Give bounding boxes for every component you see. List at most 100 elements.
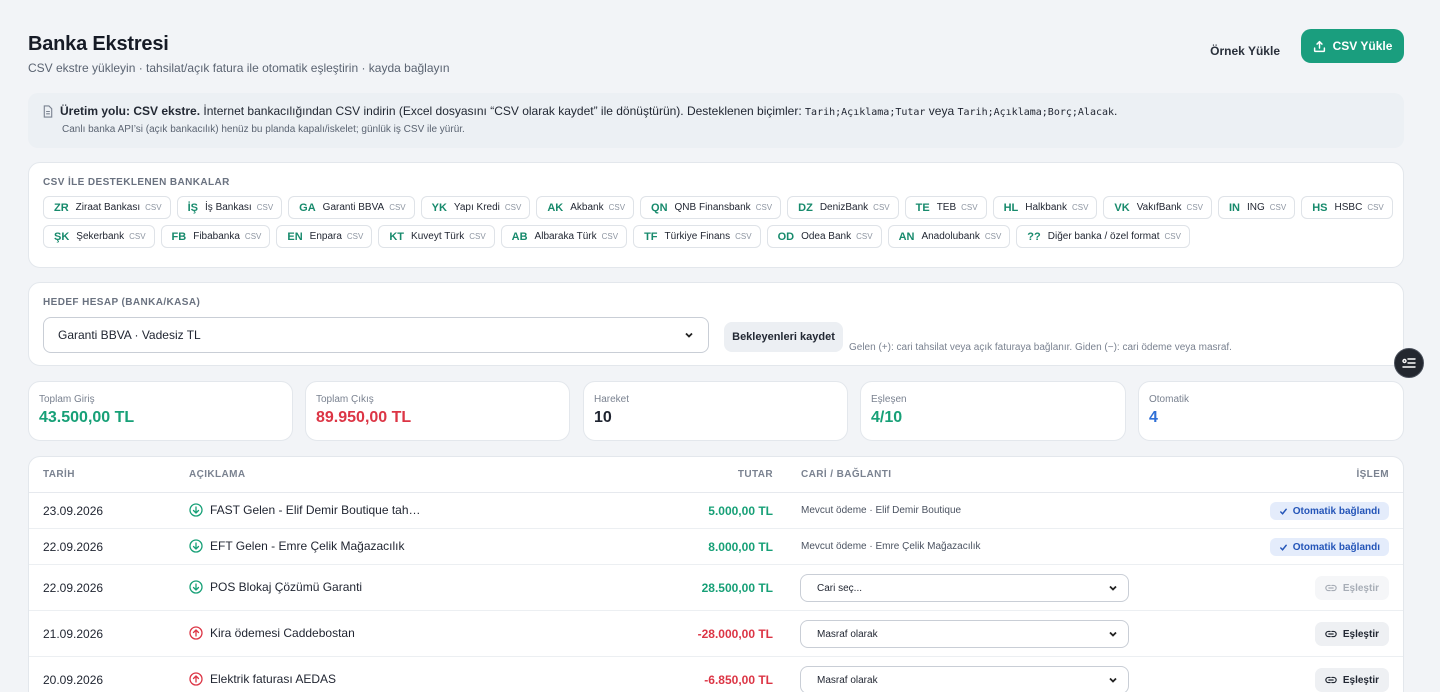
stat-label: Toplam Giriş — [39, 394, 95, 405]
match-button[interactable]: Eşleştir — [1314, 576, 1389, 600]
bank-abbr: AB — [511, 230, 528, 243]
stat-label: Hareket — [594, 394, 630, 405]
bank-abbr: YK — [431, 201, 447, 214]
table-row: 22.09.2026 EFT Gelen - Emre Çelik Mağazac… — [29, 529, 1403, 565]
bank-name: Enpara — [309, 231, 342, 242]
table-row: 22.09.2026 POS Blokaj Çözümü Garanti 28.50… — [29, 565, 1403, 611]
col-date: TARİH — [43, 469, 75, 480]
csv-tag: CSV — [755, 203, 773, 212]
bank-abbr: IN — [1229, 201, 1240, 214]
stat-value: 4/10 — [871, 409, 903, 426]
banks-section-label: CSV İLE DESTEKLENEN BANKALAR — [43, 177, 230, 188]
bank-chip: ŞK Şekerbank CSV — [43, 225, 155, 248]
bank-abbr: ŞK — [54, 230, 70, 243]
target-account-value: Garanti BBVA · Vadesiz TL — [58, 328, 201, 342]
row-description-text: Elektrik faturası AEDAS — [210, 672, 337, 686]
bank-name: Albaraka Türk — [534, 231, 597, 242]
bank-abbr: HL — [1003, 201, 1019, 214]
notice-or: veya — [928, 104, 955, 118]
bank-chip: HL Halkbank CSV — [992, 196, 1098, 219]
csv-tag: CSV — [346, 232, 364, 241]
bank-chip: EN Enpara CSV — [276, 225, 373, 248]
target-account-card: HEDEF HESAP (BANKA/KASA) Garanti BBVA · … — [28, 282, 1404, 366]
arrow-in-icon — [189, 580, 203, 594]
bank-name: Yapı Kredi — [453, 202, 500, 213]
upload-icon — [1313, 40, 1325, 52]
stat-movements: Hareket 10 — [583, 381, 848, 441]
notice-subnote: Canlı banka API’si (açık bankacılık) hen… — [62, 124, 465, 135]
info-notice: Üretim yolu: CSV ekstre. İnternet bankac… — [28, 93, 1404, 148]
match-button[interactable]: Eşleştir — [1314, 622, 1389, 646]
csv-tag: CSV — [984, 232, 1002, 241]
page-subtitle: CSV ekstre yükleyin · tahsilat/açık fatu… — [28, 61, 450, 75]
csv-tag: CSV — [389, 203, 406, 212]
stat-label: Toplam Çıkış — [316, 394, 374, 405]
link-icon — [1325, 630, 1337, 638]
bank-abbr: KT — [389, 230, 405, 243]
arrow-out-icon — [189, 672, 203, 686]
bank-abbr: AK — [547, 201, 564, 214]
match-button-label: Eşleştir — [1342, 674, 1379, 686]
row-date: 22.09.2026 — [43, 540, 104, 554]
table-row: 20.09.2026 Elektrik faturası AEDAS -6.850,… — [29, 657, 1403, 692]
row-cari-select[interactable]: Cari seç... — [800, 574, 1129, 602]
match-button[interactable]: Eşleştir — [1314, 668, 1389, 692]
bank-abbr: FB — [171, 230, 187, 243]
row-amount: -6.850,00 TL — [704, 673, 773, 687]
stat-value: 89.950,00 TL — [316, 409, 412, 426]
bank-chip: ?? Diğer banka / özel format CSV — [1016, 225, 1190, 248]
bank-name: Şekerbank — [76, 231, 125, 242]
row-description: POS Blokaj Çözümü Garanti — [189, 580, 362, 594]
bank-chip: ZR Ziraat Bankası CSV — [43, 196, 171, 219]
bank-chip: AN Anadolubank CSV — [887, 225, 1011, 248]
bank-chip: TF Türkiye Finans CSV — [633, 225, 761, 248]
bank-chip: AB Albaraka Türk CSV — [500, 225, 628, 248]
bank-chips: ZR Ziraat Bankası CSV İŞ İş Bankası CSV GA Gara… — [43, 196, 1393, 248]
bank-name: TEB — [936, 202, 957, 213]
row-description-text: Kira ödemesi Caddebostan — [210, 626, 355, 640]
bank-chip: HS HSBC CSV — [1301, 196, 1393, 219]
bank-chip: GA Garanti BBVA CSV — [288, 196, 415, 219]
bank-abbr: HS — [1312, 201, 1328, 214]
row-cari-select-value: Cari seç... — [817, 582, 863, 594]
row-description: Kira ödemesi Caddebostan — [189, 626, 355, 640]
bank-name: Ziraat Bankası — [75, 202, 141, 213]
save-pending-button[interactable]: Bekleyenleri kaydet — [724, 322, 843, 352]
chevron-down-icon — [1109, 677, 1117, 683]
bank-abbr: EN — [287, 230, 303, 243]
bank-name: ING — [1247, 202, 1265, 213]
row-cari-select[interactable]: Masraf olarak — [800, 620, 1129, 648]
col-description: AÇIKLAMA — [189, 469, 246, 480]
csv-tag: CSV — [504, 203, 522, 212]
badge-label: Otomatik bağlandı — [1292, 541, 1380, 553]
filter-fab-button[interactable] — [1394, 348, 1424, 378]
target-account-select[interactable]: Garanti BBVA · Vadesiz TL — [43, 317, 709, 353]
bank-chip: AK Akbank CSV — [536, 196, 635, 219]
bank-chip: İŞ İş Bankası CSV — [176, 196, 283, 219]
csv-tag: CSV — [1269, 203, 1287, 212]
stat-value: 4 — [1149, 409, 1158, 426]
target-section-label: HEDEF HESAP (BANKA/KASA) — [43, 297, 201, 308]
row-cari-select[interactable]: Masraf olarak — [800, 666, 1129, 692]
auto-linked-badge: Otomatik bağlandı — [1269, 538, 1389, 556]
format-code-1: Tarih;Açıklama;Tutar — [805, 107, 926, 118]
bank-name: QNB Finansbank — [674, 202, 751, 213]
bank-name: Akbank — [570, 202, 604, 213]
csv-tag: CSV — [1071, 203, 1089, 212]
csv-tag: CSV — [1367, 203, 1384, 212]
stat-total-in: Toplam Giriş 43.500,00 TL — [28, 381, 293, 441]
bank-name: VakıfBank — [1136, 202, 1182, 213]
stat-value: 43.500,00 TL — [39, 409, 135, 426]
csv-upload-button[interactable]: CSV Yükle — [1301, 29, 1404, 63]
link-icon — [1325, 584, 1337, 592]
sample-load-button[interactable]: Örnek Yükle — [1210, 36, 1280, 66]
bank-name: Kuveyt Türk — [411, 231, 465, 242]
link-icon — [1325, 676, 1337, 684]
chevron-down-icon — [1109, 585, 1117, 591]
bank-abbr: İŞ — [187, 201, 199, 214]
csv-tag: CSV — [469, 232, 486, 241]
col-cari: CARİ / BAĞLANTI — [801, 469, 892, 480]
bank-chip: DZ DenizBank CSV — [787, 196, 899, 219]
check-icon — [1279, 508, 1287, 515]
bank-name: İş Bankası — [205, 202, 252, 213]
